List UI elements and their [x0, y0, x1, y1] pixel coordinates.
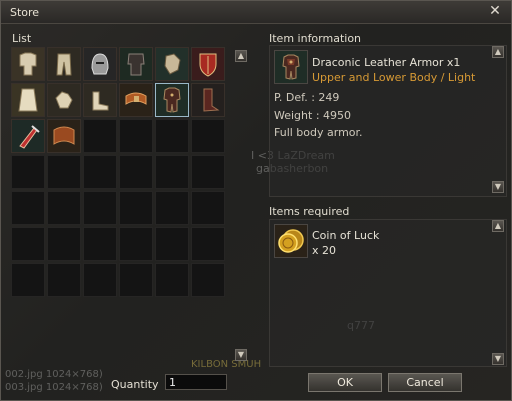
item-slot[interactable] — [47, 83, 81, 117]
leather-pants-icon — [48, 48, 80, 80]
empty-item-slot[interactable] — [83, 191, 117, 225]
dagger-icon — [12, 120, 44, 152]
empty-item-slot[interactable] — [47, 191, 81, 225]
helmet-icon — [84, 48, 116, 80]
empty-item-slot[interactable] — [11, 227, 45, 261]
item-description: Full body armor. — [274, 126, 363, 139]
item-info-panel: Draconic Leather Armor x1 Upper and Lowe… — [269, 45, 507, 197]
robe-icon — [12, 84, 44, 116]
required-item-name: Coin of Luck — [312, 229, 380, 242]
required-scroll-up-button[interactable]: ▲ — [492, 220, 504, 232]
boots-icon — [84, 84, 116, 116]
list-scroll-down-button[interactable]: ▼ — [235, 349, 247, 361]
empty-item-slot[interactable] — [11, 155, 45, 189]
item-slot[interactable] — [155, 47, 189, 81]
empty-item-slot[interactable] — [83, 155, 117, 189]
background-file-label: 002.jpg 1024×768) — [5, 369, 103, 380]
item-slot[interactable] — [47, 119, 81, 153]
quantity-input[interactable] — [165, 374, 227, 390]
gauntlet-icon — [156, 48, 188, 80]
item-slot[interactable] — [155, 83, 189, 117]
empty-item-slot[interactable] — [191, 191, 225, 225]
item-slot[interactable] — [11, 47, 45, 81]
item-slot[interactable] — [191, 83, 225, 117]
item-name: Draconic Leather Armor x1 — [312, 56, 461, 69]
leather-belt-icon — [48, 120, 80, 152]
item-pdef: P. Def. : 249 — [274, 91, 340, 104]
empty-item-slot[interactable] — [47, 227, 81, 261]
item-slot[interactable] — [47, 47, 81, 81]
info-scroll-up-button[interactable]: ▲ — [492, 46, 504, 58]
item-slot[interactable] — [83, 47, 117, 81]
empty-item-slot[interactable] — [191, 155, 225, 189]
window-title: Store — [10, 6, 40, 19]
items-required-label: Items required — [269, 205, 350, 218]
gloves-icon — [48, 84, 80, 116]
empty-item-slot[interactable] — [155, 155, 189, 189]
item-slot[interactable] — [11, 119, 45, 153]
items-required-panel: Coin of Luck x 20 — [269, 219, 507, 367]
empty-item-slot[interactable] — [191, 263, 225, 297]
empty-item-slot[interactable] — [155, 263, 189, 297]
list-scroll-up-button[interactable]: ▲ — [235, 50, 247, 62]
list-label: List — [12, 32, 32, 45]
light-armor-set-icon — [12, 48, 44, 80]
item-slot[interactable] — [119, 83, 153, 117]
item-slot[interactable] — [119, 47, 153, 81]
empty-item-slot[interactable] — [119, 119, 153, 153]
empty-item-slot[interactable] — [11, 191, 45, 225]
cancel-button[interactable]: Cancel — [388, 373, 462, 392]
item-weight: Weight : 4950 — [274, 109, 352, 122]
quantity-label: Quantity — [111, 378, 159, 391]
empty-item-slot[interactable] — [83, 227, 117, 261]
draconic-leather-armor-icon — [156, 84, 188, 116]
item-slot[interactable] — [83, 83, 117, 117]
empty-item-slot[interactable] — [11, 263, 45, 297]
empty-item-slot[interactable] — [83, 263, 117, 297]
empty-item-slot[interactable] — [191, 119, 225, 153]
background-file-label: 003.jpg 1024×768) — [5, 382, 103, 393]
close-icon[interactable]: ✕ — [488, 4, 502, 18]
empty-item-slot[interactable] — [155, 119, 189, 153]
empty-item-slot[interactable] — [47, 155, 81, 189]
empty-item-slot[interactable] — [47, 263, 81, 297]
empty-item-slot[interactable] — [119, 191, 153, 225]
store-window: Store ✕ I <3 LaZDream gabasherbon q777 0… — [0, 0, 512, 401]
draconic-leather-armor-icon — [274, 50, 308, 84]
empty-item-slot[interactable] — [155, 227, 189, 261]
ok-button[interactable]: OK — [308, 373, 382, 392]
item-grid — [11, 47, 231, 367]
info-scroll-down-button[interactable]: ▼ — [492, 181, 504, 193]
empty-item-slot[interactable] — [83, 119, 117, 153]
empty-item-slot[interactable] — [119, 155, 153, 189]
item-slot[interactable] — [191, 47, 225, 81]
greaves-icon — [192, 84, 224, 116]
required-scroll-down-button[interactable]: ▼ — [492, 353, 504, 365]
item-type: Upper and Lower Body / Light — [312, 71, 476, 84]
belt-icon — [120, 84, 152, 116]
empty-item-slot[interactable] — [119, 263, 153, 297]
coin-of-luck-icon — [274, 224, 308, 258]
shield-icon — [192, 48, 224, 80]
dark-leather-armor-icon — [120, 48, 152, 80]
item-slot[interactable] — [11, 83, 45, 117]
empty-item-slot[interactable] — [191, 227, 225, 261]
empty-item-slot[interactable] — [155, 191, 189, 225]
required-item-count: x 20 — [312, 244, 337, 257]
empty-item-slot[interactable] — [119, 227, 153, 261]
item-info-label: Item information — [269, 32, 362, 45]
title-bar[interactable]: Store ✕ — [1, 1, 511, 24]
